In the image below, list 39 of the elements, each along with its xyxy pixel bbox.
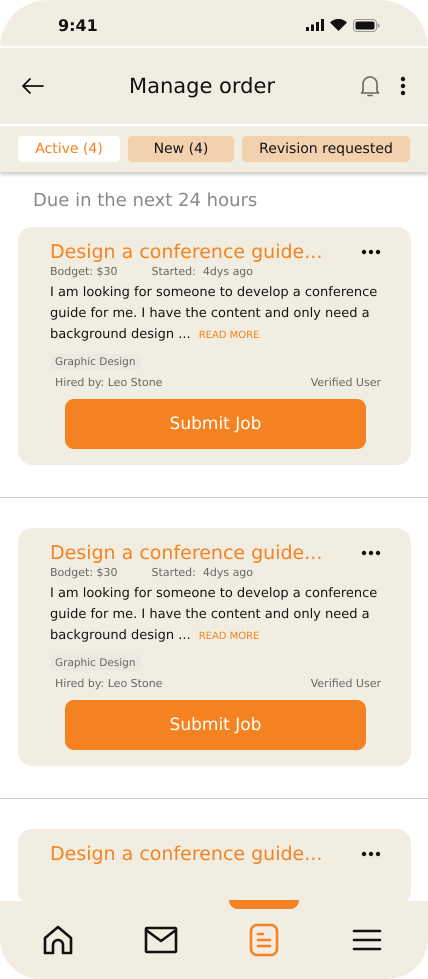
document-icon bbox=[248, 923, 278, 957]
hired-by-text: Hired by: Leo Stone bbox=[55, 677, 162, 690]
more-icon[interactable] bbox=[361, 851, 381, 857]
order-description: I am looking for someone to develop a conference guide for me. I have the content and only need a background design ... READ MORE bbox=[50, 284, 378, 344]
bell-icon[interactable] bbox=[360, 75, 380, 97]
signal-icon bbox=[306, 19, 324, 31]
order-title: Design a conference guide... bbox=[50, 241, 322, 263]
order-description: I am looking for someone to develop a conference guide for me. I have the content and only need a background design ... READ MORE bbox=[50, 585, 378, 645]
filter-tab[interactable]: Revision requested bbox=[242, 136, 410, 162]
more-icon[interactable] bbox=[361, 249, 381, 255]
submit-button[interactable]: Submit Job bbox=[65, 700, 366, 750]
started-text: Started: 4dys ago bbox=[152, 265, 254, 278]
budget-text: Bodget: $30 bbox=[50, 566, 118, 579]
started-text: Started: 4dys ago bbox=[152, 566, 254, 579]
hired-by-text: Hired by: Leo Stone bbox=[55, 376, 162, 389]
more-icon[interactable] bbox=[400, 76, 406, 96]
page-title: Manage order bbox=[128, 74, 276, 98]
wifi-icon bbox=[330, 19, 347, 31]
battery-icon bbox=[353, 18, 380, 32]
mail-icon bbox=[144, 926, 178, 954]
home-icon bbox=[40, 923, 74, 957]
active-indicator bbox=[228, 900, 298, 909]
back-icon[interactable] bbox=[22, 78, 44, 94]
read-more-link[interactable]: READ MORE bbox=[198, 631, 260, 642]
category-tag: Graphic Design bbox=[50, 655, 140, 671]
verified-text: Verified User bbox=[310, 677, 381, 690]
submit-button[interactable]: Submit Job bbox=[65, 399, 366, 449]
verified-text: Verified User bbox=[310, 376, 381, 389]
order-title: Design a conference guide... bbox=[50, 843, 322, 865]
read-more-link[interactable]: READ MORE bbox=[198, 330, 260, 341]
section-title: Due in the next 24 hours bbox=[32, 190, 258, 211]
order-title: Design a conference guide... bbox=[50, 542, 322, 564]
status-time: 9:41 bbox=[58, 16, 98, 34]
filter-tab[interactable]: New (4) bbox=[128, 136, 234, 162]
filter-tab[interactable]: Active (4) bbox=[18, 136, 120, 162]
more-icon[interactable] bbox=[361, 550, 381, 556]
category-tag: Graphic Design bbox=[50, 354, 140, 370]
budget-text: Bodget: $30 bbox=[50, 265, 118, 278]
menu-icon bbox=[352, 928, 382, 952]
